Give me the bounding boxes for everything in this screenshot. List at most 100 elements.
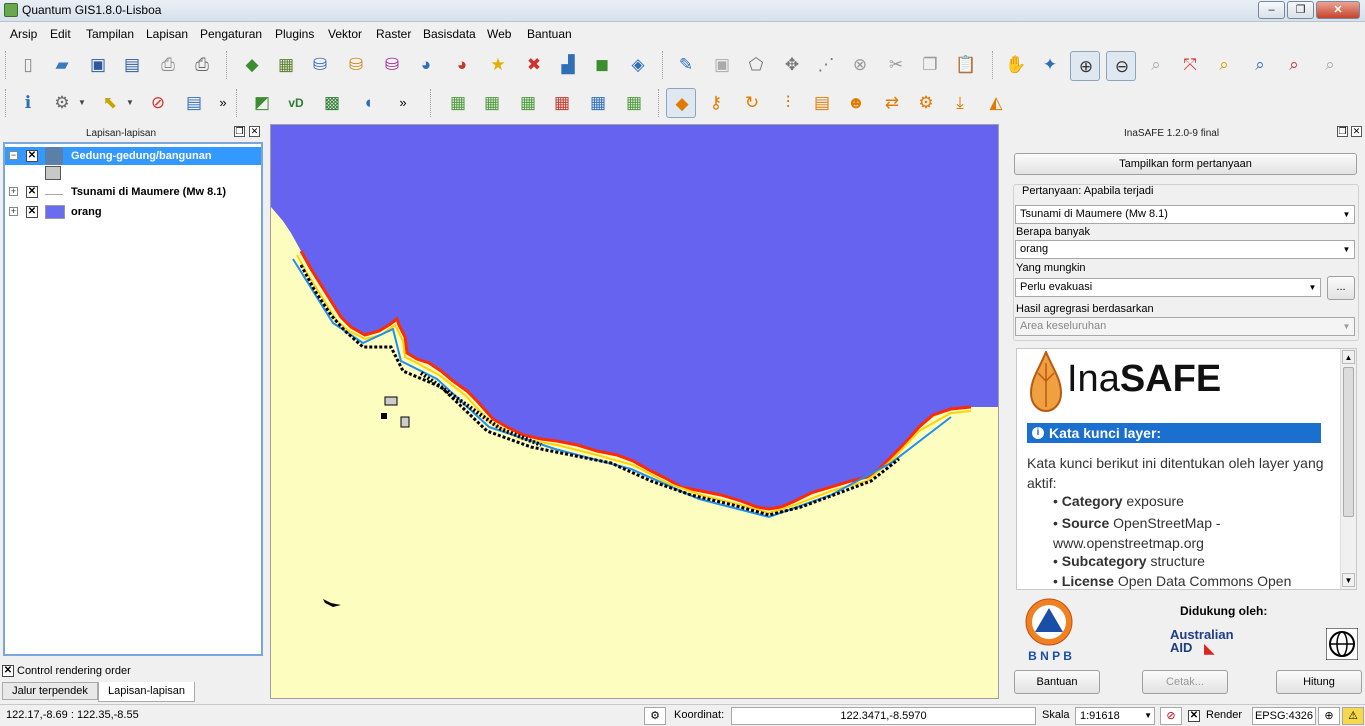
map-tool-5-icon[interactable]: ▦ (586, 91, 610, 115)
copy-features-icon[interactable]: ❐ (918, 53, 942, 77)
map-tool-3-icon[interactable]: ▦ (516, 91, 540, 115)
map-tool-4-icon[interactable]: ▦ (550, 91, 574, 115)
menu-tampilan[interactable]: Tampilan (86, 27, 134, 41)
identify-features-icon[interactable]: ℹ (16, 91, 40, 115)
zoom-in-icon[interactable]: ⊕ (1070, 51, 1100, 81)
zoom-out-icon[interactable]: ⊖ (1106, 51, 1136, 81)
move-feature-icon[interactable]: ✥ (780, 53, 804, 77)
new-print-composer-icon[interactable]: ⎙ (156, 53, 180, 77)
aggregation-combo[interactable]: Area keseluruhan ▼ (1015, 317, 1355, 336)
scroll-up-icon[interactable]: ▲ (1342, 350, 1355, 364)
exposure-combo[interactable]: orang ▼ (1015, 240, 1355, 259)
layer-visibility-checkbox[interactable]: ✕ (26, 150, 38, 162)
inasafe-float-icon[interactable]: ❐ (1337, 126, 1348, 137)
results-scrollbar[interactable]: ▲ ▼ (1340, 349, 1356, 589)
inasafe-reset-icon[interactable]: ↻ (740, 91, 764, 115)
show-question-form-button[interactable]: Tampilkan form pertanyaan (1014, 153, 1357, 175)
inasafe-dock-icon[interactable]: ◆ (666, 88, 696, 118)
tab-shortest-path[interactable]: Jalur terpendek (2, 682, 98, 700)
inasafe-close-icon[interactable]: ✕ (1351, 126, 1362, 137)
map-tool-6-icon[interactable]: ▦ (622, 91, 646, 115)
select-dropdown-icon[interactable]: ▼ (124, 91, 136, 115)
zoom-next-icon[interactable]: ⌕ (1318, 53, 1342, 77)
remove-layer-icon[interactable]: ✖ (522, 53, 546, 77)
toggle-extents-icon[interactable]: ⚙ (644, 707, 666, 725)
menu-vektor[interactable]: Vektor (328, 27, 362, 41)
inasafe-converter-icon[interactable]: ⇄ (880, 91, 904, 115)
expand-icon[interactable]: + (9, 207, 18, 216)
impact-function-combo[interactable]: Perlu evakuasi ▼ (1015, 278, 1321, 297)
menu-pengaturan[interactable]: Pengaturan (200, 27, 262, 41)
toggle-editing-icon[interactable]: ✎ (674, 53, 698, 77)
action-gear-icon[interactable]: ⚙ (50, 91, 74, 115)
menu-web[interactable]: Web (487, 27, 511, 41)
add-spatialite-layer-icon[interactable]: ⛁ (344, 53, 368, 77)
crs-globe-icon[interactable]: ⊕ (1318, 707, 1340, 725)
attribute-table-icon[interactable]: ▤ (182, 91, 206, 115)
layers-float-icon[interactable]: ❐ (234, 126, 245, 137)
select-features-icon[interactable]: ⬉ (98, 91, 122, 115)
cut-features-icon[interactable]: ✂ (884, 53, 908, 77)
georeferencer-icon[interactable]: ◩ (250, 91, 274, 115)
zoom-to-selection-icon[interactable]: ⌕ (1212, 53, 1236, 77)
stop-render-icon[interactable]: ⊘ (1160, 707, 1182, 725)
raster-terrain-icon[interactable]: ▩ (320, 91, 344, 115)
menu-raster[interactable]: Raster (376, 27, 411, 41)
layer-row-buildings[interactable]: − ✕ Gedung-gedung/bangunan (5, 147, 261, 165)
menu-bantuan[interactable]: Bantuan (527, 27, 572, 41)
zoom-previous-icon[interactable]: ⌕ (1282, 53, 1306, 77)
add-wcs-layer-icon[interactable]: ◕ (450, 53, 474, 77)
layers-close-icon[interactable]: ✕ (249, 126, 260, 137)
save-edits-icon[interactable]: ▣ (710, 53, 734, 77)
close-button[interactable]: ✕ (1316, 1, 1360, 19)
add-delimited-text-icon[interactable]: ◼ (590, 53, 614, 77)
print-button[interactable]: Cetak... (1142, 670, 1228, 694)
save-as-icon[interactable]: ▤ (120, 53, 144, 77)
collapse-icon[interactable]: − (9, 151, 18, 160)
inasafe-minimum-needs-icon[interactable]: ☻ (844, 91, 868, 115)
menu-plugins[interactable]: Plugins (275, 27, 314, 41)
scroll-down-icon[interactable]: ▼ (1342, 573, 1355, 587)
interpolation-icon[interactable]: vD (284, 91, 308, 115)
menu-edit[interactable]: Edit (50, 27, 71, 41)
menu-lapisan[interactable]: Lapisan (146, 27, 188, 41)
add-wms-layer-icon[interactable]: ◕ (414, 53, 438, 77)
inasafe-impact-functions-icon[interactable]: ▤ (810, 91, 834, 115)
add-mssql-layer-icon[interactable]: ⛁ (380, 53, 404, 77)
toolbar-overflow-1-icon[interactable]: » (214, 91, 232, 115)
new-map-view-icon[interactable]: ▦ (446, 91, 470, 115)
node-tool-icon[interactable]: ⋰ (814, 53, 838, 77)
action-dropdown-icon[interactable]: ▼ (76, 91, 88, 115)
scroll-thumb[interactable] (1343, 367, 1354, 517)
inasafe-batch-icon[interactable]: ⚙ (914, 91, 938, 115)
expand-icon[interactable]: + (9, 187, 18, 196)
coordinate-field[interactable]: 122.3471,-8.5970 (731, 707, 1036, 725)
inasafe-options-icon[interactable]: ⫶ (776, 91, 800, 115)
inasafe-keywords-icon[interactable]: ⚷ (704, 91, 728, 115)
scale-combo[interactable]: 1:91618 ▼ (1075, 707, 1155, 725)
add-wfs-layer-icon[interactable]: ▟ (556, 53, 580, 77)
tab-layers[interactable]: Lapisan-lapisan (98, 682, 195, 702)
toolbar-overflow-2-icon[interactable]: » (394, 91, 412, 115)
save-project-icon[interactable]: ▣ (86, 53, 110, 77)
new-project-icon[interactable]: ▯ (16, 53, 40, 77)
menu-basisdata[interactable]: Basisdata (423, 27, 476, 41)
help-button[interactable]: Bantuan (1014, 670, 1100, 694)
layer-row-tsunami[interactable]: + ✕ Tsunami di Maumere (Mw 8.1) (5, 183, 261, 201)
add-oracle-layer-icon[interactable]: ◈ (626, 53, 650, 77)
inasafe-save-scenario-icon[interactable]: ◭ (984, 91, 1008, 115)
print-icon[interactable]: ⎙ (190, 53, 214, 77)
map-canvas[interactable] (270, 124, 999, 699)
minimize-button[interactable]: – (1258, 1, 1285, 19)
layer-row-orang[interactable]: + ✕ orang (5, 203, 261, 221)
messages-warning-icon[interactable]: ⚠ (1342, 707, 1364, 725)
crs-button[interactable]: EPSG:4326 (1252, 707, 1316, 725)
new-shapefile-icon[interactable]: ★ (486, 53, 510, 77)
zoom-to-layer-icon[interactable]: ⌕ (1248, 53, 1272, 77)
menu-arsip[interactable]: Arsip (10, 27, 37, 41)
control-rendering-order-checkbox[interactable]: ✕ (2, 665, 14, 677)
layer-visibility-checkbox[interactable]: ✕ (26, 186, 38, 198)
pan-map-icon[interactable]: ✋ (1004, 53, 1028, 77)
delete-selected-icon[interactable]: ⊗ (848, 53, 872, 77)
open-project-icon[interactable]: ▰ (50, 53, 74, 77)
